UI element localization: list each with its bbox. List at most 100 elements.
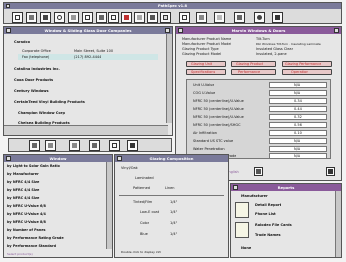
search-criteria-item[interactable]: by Light to Solar Gain Ratio bbox=[7, 164, 60, 168]
nav-first-icon[interactable] bbox=[29, 140, 40, 151]
companies-scrollbar[interactable] bbox=[166, 34, 172, 123]
tab-label: Operation bbox=[291, 70, 309, 74]
window-icon[interactable] bbox=[179, 12, 190, 23]
glazing-field-value: 1/4" bbox=[170, 210, 178, 214]
report-item[interactable]: Detail Report bbox=[255, 203, 281, 207]
report-item[interactable]: Manufacturer bbox=[241, 194, 268, 198]
search-criteria-item[interactable]: by NFRC U-Value 4/4 bbox=[7, 212, 46, 216]
prop-value-field[interactable]: 0.44 bbox=[269, 106, 327, 112]
glazing-field-value: Linen bbox=[165, 186, 175, 190]
company-row[interactable]: Century Windows bbox=[14, 89, 49, 93]
report-icon[interactable] bbox=[235, 222, 249, 238]
app-title: PathSpec v1.8 bbox=[158, 4, 187, 8]
prop-value-field[interactable]: 0.56 bbox=[269, 122, 327, 128]
prop-value-field[interactable]: N/A bbox=[269, 146, 327, 152]
report-icon[interactable] bbox=[82, 12, 93, 23]
help-icon[interactable] bbox=[254, 12, 265, 23]
report-icon[interactable] bbox=[235, 202, 249, 218]
report-item[interactable]: Rolodex File Cards bbox=[255, 223, 292, 227]
close-icon[interactable] bbox=[326, 167, 335, 176]
glass-icon[interactable] bbox=[214, 12, 225, 23]
glazing-field-value: 1/4" bbox=[170, 200, 178, 204]
tab-label: Performance bbox=[238, 70, 261, 74]
info-value: Insulated, 2-pane bbox=[256, 52, 287, 56]
marvin-title: Marvin Windows & Doors bbox=[231, 28, 286, 33]
prop-value-field[interactable]: 0.34 bbox=[269, 98, 327, 104]
company-row[interactable]: CertainTeed Vinyl Building Products bbox=[14, 100, 85, 104]
tab-label: Specifications bbox=[191, 70, 216, 74]
prop-value-field[interactable]: N/A bbox=[269, 138, 327, 144]
companies-footer bbox=[4, 125, 168, 135]
prop-value: 0.44 bbox=[294, 107, 302, 111]
companies-title-bar: Window & Sliding Glass Door Companies bbox=[4, 27, 172, 34]
exit-icon[interactable] bbox=[272, 12, 283, 23]
tab-label: Glazing Product bbox=[236, 62, 264, 66]
door-icon[interactable] bbox=[196, 12, 207, 23]
reports-title-bar: Reports bbox=[231, 184, 341, 191]
report-item[interactable]: None bbox=[241, 246, 251, 250]
info-key: Manufacturer Product Name bbox=[182, 37, 232, 41]
grid-icon[interactable] bbox=[108, 12, 119, 23]
company-row[interactable]: Cooa Door Products bbox=[14, 78, 53, 82]
prop-value-field[interactable]: 0.10 bbox=[269, 130, 327, 136]
prop-key: Water Penetration bbox=[193, 147, 225, 151]
company-row[interactable]: Caradco bbox=[14, 40, 30, 44]
nav-next-icon[interactable] bbox=[69, 140, 80, 151]
company-sub-row[interactable]: Fax (telephone) bbox=[22, 55, 49, 59]
window-search-title: Window bbox=[49, 156, 67, 161]
prop-value-field[interactable]: N/A bbox=[269, 82, 327, 88]
prop-value-field[interactable]: N/A bbox=[269, 153, 327, 159]
middle-toolbar bbox=[8, 138, 172, 152]
window-search-window: Window by Light to Solar Gain Ratio by M… bbox=[3, 154, 113, 258]
search-criteria-item[interactable]: by NFRC 4/4 Size bbox=[7, 180, 39, 184]
tab-glazing-product[interactable]: Glazing Product bbox=[231, 61, 276, 67]
tools-icon[interactable] bbox=[68, 12, 79, 23]
info-value: Tilt-Turn bbox=[256, 37, 270, 41]
search-criteria-item[interactable]: by Performance Rating Grade bbox=[7, 236, 64, 240]
print-icon[interactable] bbox=[109, 140, 120, 151]
print-icon[interactable] bbox=[160, 12, 171, 23]
tab-glazing-unit[interactable]: Glazing Unit bbox=[186, 61, 226, 67]
open-icon[interactable] bbox=[26, 12, 37, 23]
nav-last-icon[interactable] bbox=[89, 140, 100, 151]
search-criteria-item[interactable]: by Manufacturer bbox=[7, 172, 39, 176]
compare-icon[interactable] bbox=[147, 12, 158, 23]
glazing-title-bar: Glazing Composition bbox=[115, 155, 228, 162]
prop-value-field[interactable]: 0.32 bbox=[269, 114, 327, 120]
prop-key: COG U-Value bbox=[193, 91, 216, 95]
report-item[interactable]: Phone List bbox=[255, 212, 276, 216]
tab-performance[interactable]: Performance bbox=[231, 69, 276, 75]
search-criteria-item[interactable]: by NFRC U-Value 6/8 bbox=[7, 204, 46, 208]
tab-operation[interactable]: Operation bbox=[282, 69, 332, 75]
prop-value-field[interactable]: N/A bbox=[269, 90, 327, 96]
tab-glazing-performance[interactable]: Glazing Performance bbox=[282, 61, 332, 67]
report-item[interactable]: Trade Names bbox=[255, 233, 281, 237]
nav-prev-icon[interactable] bbox=[45, 140, 56, 151]
glazing-field-label: Low-E coat bbox=[140, 210, 160, 214]
company-row[interactable]: Catalina Industries Inc. bbox=[14, 67, 60, 71]
calc-icon[interactable] bbox=[234, 12, 245, 23]
prop-value: 0.56 bbox=[294, 123, 302, 127]
search-criteria-item[interactable]: by NFRC U-Value 8/8 bbox=[7, 220, 46, 224]
info-icon[interactable] bbox=[254, 167, 263, 176]
search-criteria-item[interactable]: by NFRC 4/4 Size bbox=[7, 188, 39, 192]
close-icon[interactable] bbox=[127, 140, 138, 151]
reports-scrollbar[interactable] bbox=[335, 191, 341, 257]
tab-specifications[interactable]: Specifications bbox=[186, 69, 226, 75]
reports-title: Reports bbox=[277, 185, 295, 190]
search-criteria-item[interactable]: by NFRC 4/4 Size bbox=[7, 196, 39, 200]
add-icon[interactable] bbox=[121, 12, 132, 23]
reports-window: Reports Manufacturer Detail Report Phone… bbox=[230, 183, 342, 258]
prop-key: NFRC 50 (centerline)/U-Value bbox=[193, 115, 244, 119]
company-row[interactable]: Champion Window Corp bbox=[18, 111, 65, 115]
search-criteria-item[interactable]: by Number of Panes bbox=[7, 228, 46, 232]
edit-icon[interactable] bbox=[134, 12, 145, 23]
new-icon[interactable] bbox=[12, 12, 23, 23]
list-icon[interactable] bbox=[96, 12, 107, 23]
company-sub-row[interactable]: Corporate Office bbox=[22, 49, 51, 53]
search-icon[interactable] bbox=[54, 12, 65, 23]
app-title-bar: PathSpec v1.8 bbox=[4, 3, 341, 9]
search-criteria-item[interactable]: by Performance Standard bbox=[7, 244, 56, 248]
save-icon[interactable] bbox=[40, 12, 51, 23]
window-search-scrollbar[interactable] bbox=[106, 162, 112, 249]
